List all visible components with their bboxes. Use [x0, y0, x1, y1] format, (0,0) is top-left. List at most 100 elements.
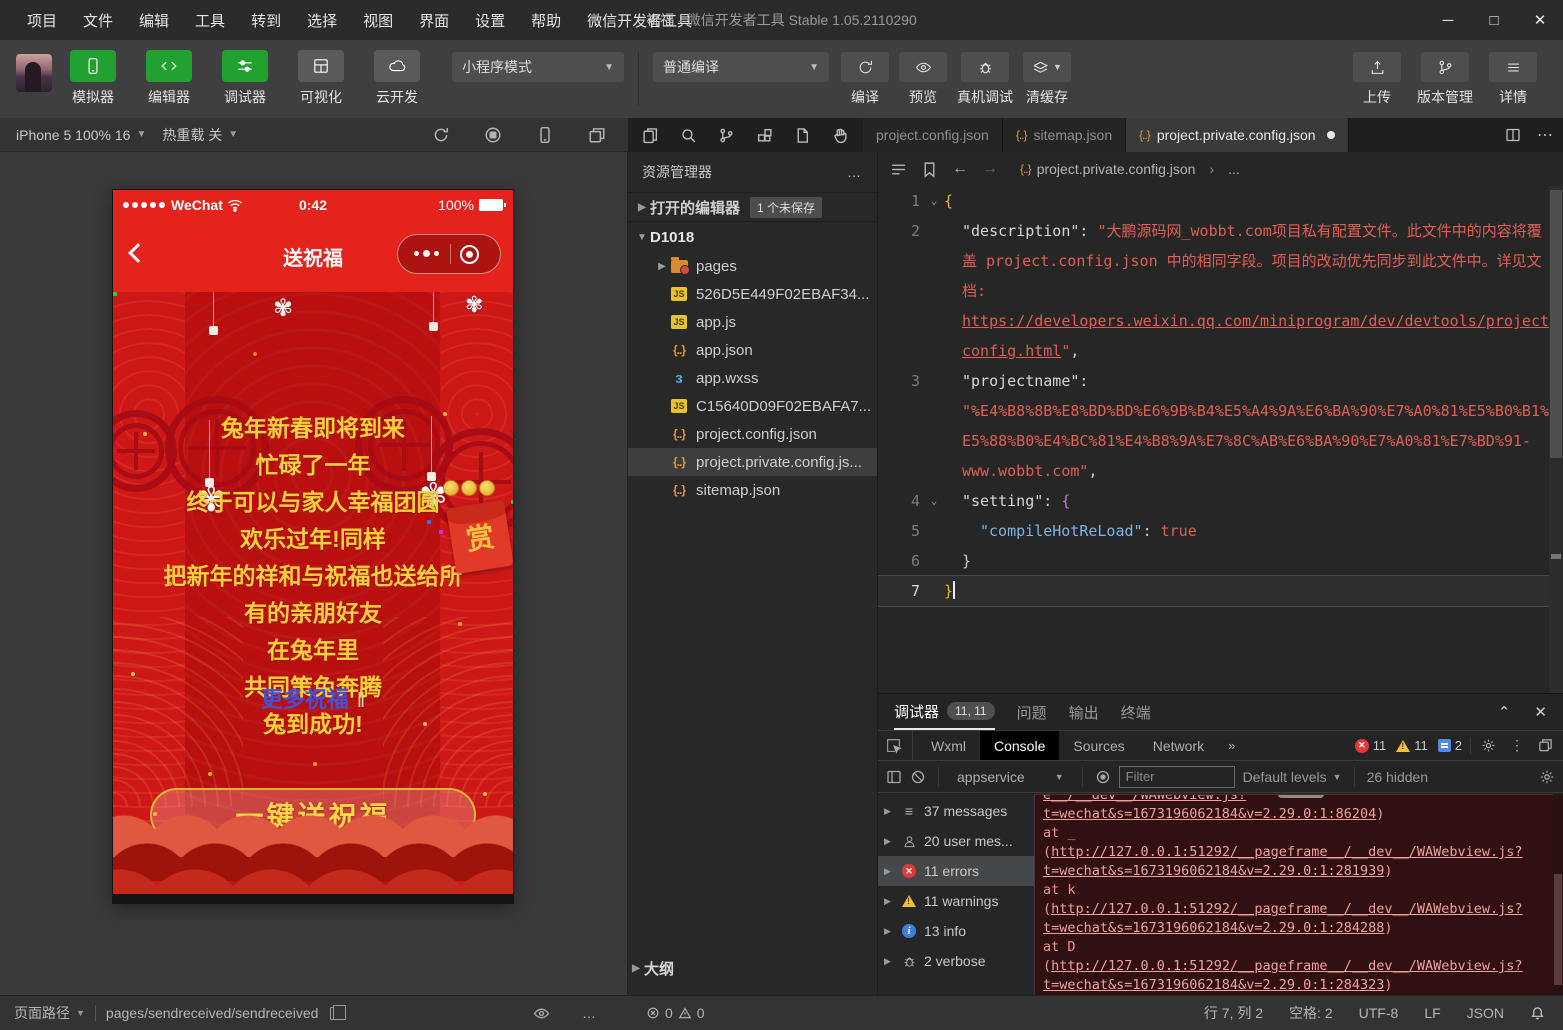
console-filter-2 verbose[interactable]: ▶2 verbose	[878, 946, 1034, 976]
stack-link[interactable]: http://127.0.0.1:51292/__pageframe__/__d…	[1043, 844, 1523, 879]
outline-section[interactable]: ▶大纲	[628, 955, 877, 981]
hand-icon[interactable]	[832, 127, 849, 144]
devtools-settings-icon[interactable]	[1481, 738, 1496, 753]
context-select[interactable]: appservice▼	[951, 769, 1070, 785]
hot-reload-toggle[interactable]: 热重载 关▼	[162, 125, 238, 145]
maximize-button[interactable]: □	[1471, 0, 1517, 40]
devtools-dock-icon[interactable]	[1538, 738, 1553, 753]
more-blessings-link[interactable]: 更多祝福	[261, 687, 349, 712]
project-root[interactable]: ▼D1018	[628, 222, 877, 252]
capsule-menu[interactable]	[397, 234, 501, 274]
file-sitemap.json[interactable]: {..}sitemap.json	[628, 476, 877, 504]
files-icon[interactable]	[642, 127, 659, 144]
file-app.wxss[interactable]: ɜapp.wxss	[628, 364, 877, 392]
menu-选择[interactable]: 选择	[298, 6, 346, 35]
avatar[interactable]	[16, 54, 52, 92]
stop-record-icon[interactable]	[484, 126, 502, 144]
debugger-tab-问题[interactable]: 问题	[1017, 694, 1047, 730]
notifications-bell-icon[interactable]	[1530, 1006, 1545, 1021]
statusbar-more-icon[interactable]: …	[582, 1005, 598, 1021]
back-icon[interactable]	[128, 243, 148, 263]
bookmark-icon[interactable]	[921, 161, 938, 178]
close-button[interactable]: ✕	[1517, 0, 1563, 40]
debugger-tab-输出[interactable]: 输出	[1069, 694, 1099, 730]
debugger-tab-终端[interactable]: 终端	[1121, 694, 1151, 730]
stack-link[interactable]: http://127.0.0.1:51292/__pageframe__/__d…	[1043, 958, 1523, 993]
menu-转到[interactable]: 转到	[242, 6, 290, 35]
stack-trace-line[interactable]: e__/__dev__/WAWebview.js?t=wechat&s=1673…	[1043, 794, 1559, 824]
close-panel-icon[interactable]: ✕	[1534, 703, 1547, 721]
console-sidebar-icon[interactable]	[886, 769, 902, 785]
breadcrumb-more[interactable]: ...	[1228, 161, 1240, 177]
action-清缓存[interactable]: ▼清缓存	[1023, 52, 1071, 107]
file-app.js[interactable]: JSapp.js	[628, 308, 877, 336]
fold-icon[interactable]: ⌄	[924, 186, 944, 216]
message-count[interactable]: 2	[1438, 738, 1462, 753]
forward-arrow-icon[interactable]: →	[982, 160, 998, 178]
exit-icon[interactable]	[460, 245, 479, 264]
preview-eye-icon[interactable]	[533, 1005, 550, 1022]
outline-list-icon[interactable]	[890, 161, 907, 178]
console-output[interactable]: e__/__dev__/WAWebview.js?t=wechat&s=1673…	[1035, 794, 1563, 995]
stack-trace-line[interactable]: at D (http://127.0.0.1:51292/__pageframe…	[1043, 938, 1559, 995]
restart-icon[interactable]	[432, 126, 450, 144]
stack-trace-line[interactable]: at _ (http://127.0.0.1:51292/__pageframe…	[1043, 824, 1559, 881]
minimize-button[interactable]: ─	[1425, 0, 1471, 40]
menu-工具[interactable]: 工具	[186, 6, 234, 35]
action-预览[interactable]: 预览	[899, 52, 947, 107]
breadcrumb-file[interactable]: project.private.config.json	[1037, 161, 1196, 177]
menu-设置[interactable]: 设置	[466, 6, 514, 35]
eye-watch-icon[interactable]	[1095, 769, 1111, 785]
more-tabs-icon[interactable]: »	[1218, 738, 1245, 753]
log-levels-select[interactable]: Default levels▼	[1243, 769, 1342, 785]
console-filter-20 user mes...[interactable]: ▶20 user mes...	[878, 826, 1034, 856]
console-filter-11 warnings[interactable]: ▶11 warnings	[878, 886, 1034, 916]
file-icon[interactable]	[794, 127, 811, 144]
console-filter-input[interactable]	[1119, 766, 1235, 788]
more-menu-icon[interactable]	[414, 251, 439, 257]
file-526D5E449F02EBAF34...[interactable]: JS526D5E449F02EBAF34...	[628, 280, 877, 308]
code-editor[interactable]: ← → {..}project.private.config.json › ..…	[878, 152, 1563, 693]
console-filter-37 messages[interactable]: ▶≡37 messages	[878, 796, 1034, 826]
copy-path-icon[interactable]	[330, 1007, 341, 1020]
debugger-tab-调试器[interactable]: 调试器11, 11	[894, 694, 995, 730]
devtools-tab-Console[interactable]: Console	[980, 731, 1059, 760]
open-editors-section[interactable]: ▶打开的编辑器 1 个未保存	[628, 192, 877, 222]
nav-编辑器[interactable]: 编辑器	[140, 50, 198, 107]
tab-sitemap.json[interactable]: {..}sitemap.json	[1003, 118, 1126, 152]
nav-调试器[interactable]: 调试器	[216, 50, 274, 107]
menu-文件[interactable]: 文件	[74, 6, 122, 35]
stack-link[interactable]: http://127.0.0.1:51292/__pageframe__/__d…	[1043, 901, 1523, 936]
fold-icon[interactable]: ⌄	[924, 486, 944, 516]
menu-视图[interactable]: 视图	[354, 6, 402, 35]
stack-link[interactable]: e__/__dev__/WAWebview.js?t=wechat&s=1673…	[1043, 794, 1376, 822]
explorer-more-icon[interactable]: …	[847, 164, 863, 180]
page-path-select[interactable]: 页面路径▼	[14, 1003, 85, 1023]
nav-云开发[interactable]: 云开发	[368, 50, 426, 107]
file-pages[interactable]: ▶pages	[628, 252, 877, 280]
console-filter-13 info[interactable]: ▶i13 info	[878, 916, 1034, 946]
devtools-tab-Sources[interactable]: Sources	[1059, 731, 1138, 760]
split-editor-icon[interactable]	[1505, 127, 1521, 143]
collapse-panel-icon[interactable]: ⌃	[1498, 703, 1511, 721]
mode-select[interactable]: 小程序模式▼	[452, 52, 624, 82]
tab-project.config.json[interactable]: project.config.json	[863, 118, 1003, 152]
menu-界面[interactable]: 界面	[410, 6, 458, 35]
menu-帮助[interactable]: 帮助	[522, 6, 570, 35]
stack-trace-line[interactable]: at k (http://127.0.0.1:51292/__pageframe…	[1043, 881, 1559, 938]
compile-mode-select[interactable]: 普通编译▼	[653, 52, 829, 82]
device-select[interactable]: iPhone 5 100% 16▼	[16, 127, 146, 143]
back-arrow-icon[interactable]: ←	[952, 160, 968, 178]
detach-window-icon[interactable]	[588, 126, 606, 144]
file-project.private.config.js...[interactable]: {..}project.private.config.js...	[628, 448, 877, 476]
git-branch-icon[interactable]	[718, 127, 735, 144]
error-count[interactable]: ✕11	[1355, 738, 1387, 753]
action-版本管理[interactable]: 版本管理	[1417, 52, 1473, 107]
clear-console-icon[interactable]	[910, 769, 926, 785]
tab-project.private.config.json[interactable]: {..}project.private.config.json	[1126, 118, 1348, 152]
action-真机调试[interactable]: 真机调试	[957, 52, 1013, 107]
console-settings-icon[interactable]	[1539, 769, 1555, 785]
file-C15640D09F02EBAFA7...[interactable]: JSC15640D09F02EBAFA7...	[628, 392, 877, 420]
file-app.json[interactable]: {..}app.json	[628, 336, 877, 364]
more-actions-icon[interactable]: ⋯	[1537, 125, 1553, 145]
